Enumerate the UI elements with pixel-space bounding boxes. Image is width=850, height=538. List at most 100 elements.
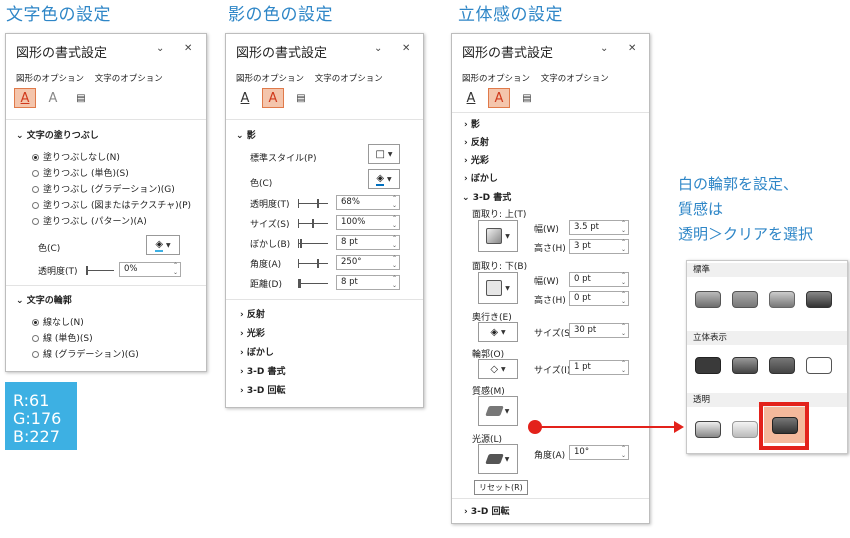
bevel-cube-icon xyxy=(486,228,503,244)
section-reflection[interactable]: › 反射 xyxy=(240,307,265,320)
lighting-button[interactable]: ▼ xyxy=(478,444,518,474)
chevron-down-icon[interactable]: ⌄ xyxy=(156,43,164,54)
bevel-bottom-button[interactable]: ▼ xyxy=(478,272,518,304)
fill-option-gradient[interactable]: 塗りつぶし (グラデーション)(G) xyxy=(32,182,175,195)
close-icon[interactable]: ✕ xyxy=(628,43,636,54)
section-label: 反射 xyxy=(246,310,265,320)
slider-knob[interactable] xyxy=(317,199,319,208)
material-solid-1[interactable] xyxy=(695,357,721,374)
shadow-row-slider[interactable] xyxy=(298,259,328,268)
angle-label: 角度(A) xyxy=(534,451,566,461)
color-picker-button[interactable]: ◈ ▼ xyxy=(146,235,180,255)
section-soft-edges[interactable]: › ぼかし xyxy=(464,171,498,184)
tab-text-options[interactable]: 文字のオプション xyxy=(95,74,163,84)
outline-option-none[interactable]: 線なし(N) xyxy=(32,315,84,328)
text-effects-icon[interactable]: A xyxy=(42,88,64,108)
gallery-header-solid: 立体表示 xyxy=(687,331,847,345)
contour-size-input[interactable]: 1 pt xyxy=(569,360,629,375)
textbox-icon[interactable]: ▤ xyxy=(290,88,312,108)
slider-knob[interactable] xyxy=(312,219,314,228)
bevel-top-width-input[interactable]: 3.5 pt xyxy=(569,220,629,235)
section-glow[interactable]: › 光彩 xyxy=(240,326,265,339)
fill-option-picture[interactable]: 塗りつぶし (図またはテクスチャ)(P) xyxy=(32,198,191,211)
material-standard-1[interactable] xyxy=(695,291,721,308)
shadow-row-slider[interactable] xyxy=(298,239,328,248)
bevel-bottom-height-input[interactable]: 0 pt xyxy=(569,291,629,306)
outline-section-header[interactable]: ⌄ 文字の輪郭 xyxy=(16,293,72,306)
material-standard-2[interactable] xyxy=(732,291,758,308)
chevron-down-icon[interactable]: ⌄ xyxy=(600,43,608,54)
section-3d-format[interactable]: › 3-D 書式 xyxy=(240,364,285,377)
transparency-slider[interactable] xyxy=(86,266,114,275)
tab-shape-options[interactable]: 図形のオプション xyxy=(236,74,304,84)
shadow-row-slider[interactable] xyxy=(298,279,328,288)
outline-section-label: 文字の輪郭 xyxy=(26,296,72,306)
shadow-section-header[interactable]: ⌄ 影 xyxy=(236,128,256,141)
section-shadow[interactable]: › 影 xyxy=(464,117,480,130)
panel-title: 図形の書式設定 xyxy=(16,46,108,61)
shadow-row-input[interactable]: 250° xyxy=(336,255,400,270)
bevel-top-button[interactable]: ▼ xyxy=(478,220,518,252)
bevel-top-label: 面取り: 上(T) xyxy=(472,210,527,220)
reset-button[interactable]: リセット(R) xyxy=(474,480,528,495)
material-transparent-1[interactable] xyxy=(695,421,721,438)
text-fill-icon[interactable]: A xyxy=(460,88,482,108)
material-solid-3[interactable] xyxy=(769,357,795,374)
section-3d-rotation[interactable]: › 3-D 回転 xyxy=(464,504,509,517)
fill-option-pattern[interactable]: 塗りつぶし (パターン)(A) xyxy=(32,214,147,227)
slider-knob[interactable] xyxy=(317,259,319,268)
section-3d-rotation[interactable]: › 3-D 回転 xyxy=(240,383,285,396)
section-soft-edges[interactable]: › ぼかし xyxy=(240,345,274,358)
tab-text-options[interactable]: 文字のオプション xyxy=(541,74,609,84)
tab-shape-options[interactable]: 図形のオプション xyxy=(462,74,530,84)
color-picker-button[interactable]: ◈ ▼ xyxy=(368,169,400,189)
depth-size-input[interactable]: 30 pt xyxy=(569,323,629,338)
format-panel-3d: 図形の書式設定 ⌄ ✕ 図形のオプション 文字のオプション A A ▤ › 影 … xyxy=(451,33,650,524)
outline-option-gradient[interactable]: 線 (グラデーション)(G) xyxy=(32,347,139,360)
width-label: 幅(W) xyxy=(534,225,559,235)
material-standard-4[interactable] xyxy=(806,291,832,308)
slider-knob[interactable] xyxy=(299,279,301,288)
fill-option-solid[interactable]: 塗りつぶし (単色)(S) xyxy=(32,166,129,179)
text-effects-icon[interactable]: A xyxy=(488,88,510,108)
material-standard-3[interactable] xyxy=(769,291,795,308)
material-transparent-2[interactable] xyxy=(732,421,758,438)
material-button[interactable]: ▼ xyxy=(478,396,518,426)
section-glow[interactable]: › 光彩 xyxy=(464,153,489,166)
textbox-icon[interactable]: ▤ xyxy=(516,88,538,108)
material-solid-2[interactable] xyxy=(732,357,758,374)
section-reflection[interactable]: › 反射 xyxy=(464,135,489,148)
depth-color-button[interactable]: ◈ ▼ xyxy=(478,322,518,342)
material-solid-4[interactable] xyxy=(806,357,832,374)
slider-knob[interactable] xyxy=(300,239,302,248)
text-effects-icon[interactable]: A xyxy=(262,88,284,108)
preset-button[interactable]: □ ▼ xyxy=(368,144,400,164)
lighting-angle-input[interactable]: 10° xyxy=(569,445,629,460)
color-swatch-light-blue: R:61 G:176 B:227 xyxy=(5,382,77,450)
bevel-top-height-input[interactable]: 3 pt xyxy=(569,239,629,254)
transparency-input[interactable]: 0% xyxy=(119,262,181,277)
shadow-row-input[interactable]: 8 pt xyxy=(336,275,400,290)
close-icon[interactable]: ✕ xyxy=(402,43,410,54)
fill-section-header[interactable]: ⌄ 文字の塗りつぶし xyxy=(16,128,99,141)
shadow-row-input[interactable]: 68% xyxy=(336,195,400,210)
fill-option-none[interactable]: 塗りつぶしなし(N) xyxy=(32,150,120,163)
tab-text-options[interactable]: 文字のオプション xyxy=(315,74,383,84)
contour-color-button[interactable]: ◇ ▼ xyxy=(478,359,518,379)
bevel-flat-icon xyxy=(486,280,503,296)
shadow-row-input[interactable]: 8 pt xyxy=(336,235,400,250)
section-3d-format-header[interactable]: ⌄ 3-D 書式 xyxy=(462,190,511,203)
textbox-icon[interactable]: ▤ xyxy=(70,88,92,108)
shadow-row-slider[interactable] xyxy=(298,199,328,208)
bevel-bottom-width-input[interactable]: 0 pt xyxy=(569,272,629,287)
shadow-row-slider[interactable] xyxy=(298,219,328,228)
section-label: 光彩 xyxy=(246,329,265,339)
text-fill-icon[interactable]: A xyxy=(14,88,36,108)
tab-shape-options[interactable]: 図形のオプション xyxy=(16,74,84,84)
close-icon[interactable]: ✕ xyxy=(184,43,192,54)
fill-option-label: 塗りつぶし (単色)(S) xyxy=(43,169,129,179)
text-fill-icon[interactable]: A xyxy=(234,88,256,108)
outline-option-solid[interactable]: 線 (単色)(S) xyxy=(32,331,93,344)
shadow-row-input[interactable]: 100% xyxy=(336,215,400,230)
chevron-down-icon[interactable]: ⌄ xyxy=(374,43,382,54)
